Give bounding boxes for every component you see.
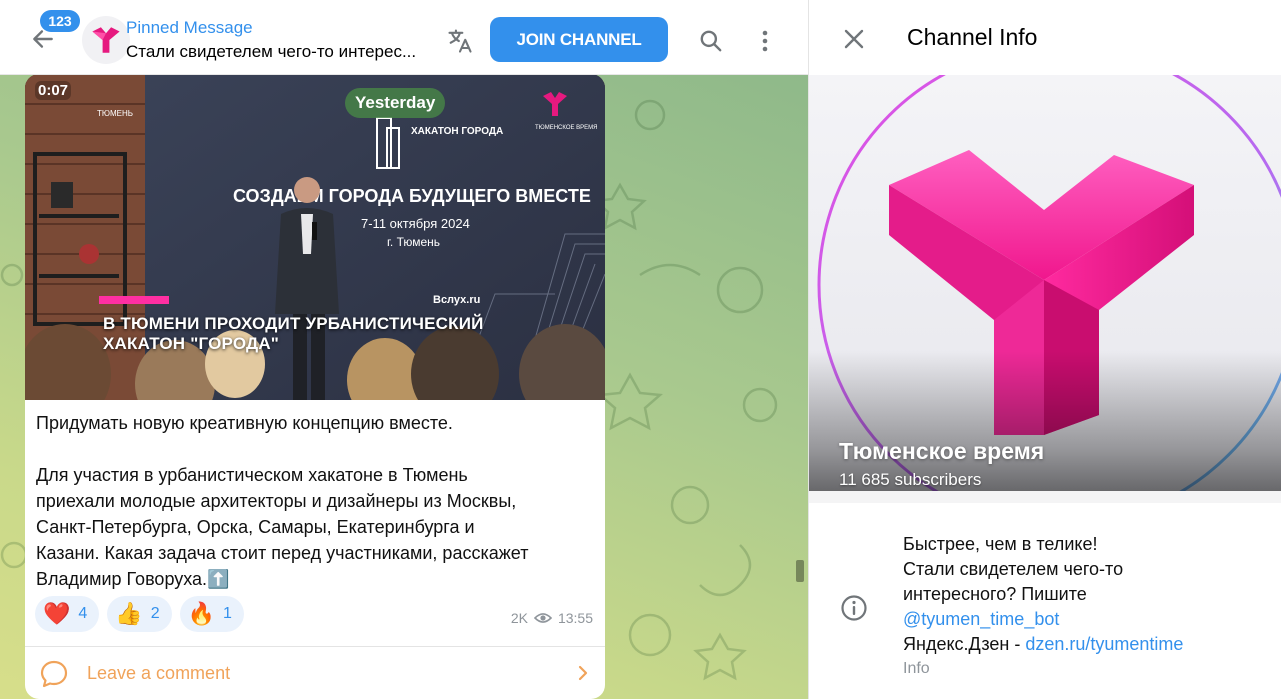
post-body-line: Санкт-Петербурга, Орска, Самары, Екатери… <box>36 517 475 537</box>
reaction-thumbs-up[interactable]: 👍 2 <box>107 596 172 632</box>
thumbs-up-icon: 👍 <box>115 601 143 626</box>
channel-name: Тюменское время <box>839 438 1045 464</box>
channel-info-panel: Channel Info Тюменское время 11 685 subs… <box>808 0 1281 699</box>
message-meta: 2K 13:55 <box>511 610 593 626</box>
banner-brand-text: ТЮМЕНСКОЕ ВРЕМЯ <box>535 125 598 131</box>
post-body-line: Для участия в урбанистическом хакатоне в… <box>36 465 468 485</box>
banner-headline-text: СОЗДАЕМ ГОРОДА БУДУЩЕГО ВМЕСТЕ <box>233 186 591 206</box>
bot-link[interactable]: @tyumen_time_bot <box>903 607 1263 632</box>
info-title: Channel Info <box>907 24 1038 50</box>
heart-icon: ❤️ <box>43 601 71 626</box>
video-caption-line-2: ХАКАТОН "ГОРОДА" <box>103 334 280 353</box>
description-line: Стали свидетелем чего-то <box>903 559 1124 579</box>
reaction-count: 4 <box>78 605 88 622</box>
banner-place-text: г. Тюмень <box>387 235 440 249</box>
post-body-line: приехали молодые архитекторы и дизайнеры… <box>36 491 517 511</box>
pinned-message-text[interactable]: Стали свидетелем чего-то интерес... <box>126 42 426 62</box>
channel-description: Быстрее, чем в телике! Стали свидетелем … <box>903 532 1263 657</box>
search-button[interactable] <box>694 24 728 58</box>
scrollbar-handle[interactable] <box>796 560 804 582</box>
translate-button[interactable] <box>443 24 477 58</box>
dzen-prefix: Яндекс.Дзен - <box>903 634 1026 654</box>
channel-avatar[interactable] <box>82 16 130 64</box>
post-video[interactable]: ХАКАТОН ГОРОДА ТЮМЕНЬ ТЮМЕНСКОЕ ВРЕМЯ СО… <box>25 74 605 400</box>
unread-badge: 123 <box>40 10 80 32</box>
eye-icon <box>533 613 552 623</box>
search-icon <box>700 30 722 52</box>
fire-icon: 🔥 <box>187 601 216 626</box>
message-time: 13:55 <box>557 610 593 626</box>
reaction-heart[interactable]: ❤️ 4 <box>35 596 100 632</box>
banner-hackathon-text: ХАКАТОН ГОРОДА <box>411 126 503 137</box>
pinned-message-title[interactable]: Pinned Message <box>126 18 253 38</box>
subscriber-count: 11 685 subscribers <box>839 470 982 489</box>
more-button[interactable] <box>750 24 780 58</box>
post-text: Придумать новую креативную концепцию вме… <box>25 400 605 592</box>
reaction-fire[interactable]: 🔥 1 <box>179 596 244 632</box>
post-headline: Придумать новую креативную концепцию вме… <box>36 413 453 433</box>
banner-city-text: ТЮМЕНЬ <box>97 109 133 118</box>
info-icon <box>841 595 867 621</box>
section-divider <box>809 491 1281 503</box>
video-caption-line-1: В ТЮМЕНИ ПРОХОДИТ УРБАНИСТИЧЕСКИЙ <box>103 314 484 333</box>
close-button[interactable] <box>837 22 871 56</box>
banner-dates-text: 7-11 октября 2024 <box>361 216 470 231</box>
post-body-line: Казани. Какая задача стоит перед участни… <box>36 543 529 563</box>
reaction-count: 1 <box>223 605 232 622</box>
info-label: Info <box>903 660 930 677</box>
channel-cover-photo[interactable] <box>809 75 1281 491</box>
dzen-line: Яндекс.Дзен - dzen.ru/tyumentime <box>903 632 1263 657</box>
more-vertical-icon <box>762 30 768 52</box>
join-channel-button[interactable]: JOIN CHANNEL <box>490 17 668 62</box>
description-line: Быстрее, чем в телике! <box>903 534 1098 554</box>
description-line: интересного? Пишите <box>903 584 1087 604</box>
video-caption-overlay: В ТЮМЕНИ ПРОХОДИТ УРБАНИСТИЧЕСКИЙ ХАКАТО… <box>103 314 523 354</box>
comment-icon <box>40 660 68 688</box>
leave-comment-button[interactable]: Leave a comment <box>25 647 605 699</box>
chat-column: 123 Pinned Message Стали свидетелем чего… <box>0 0 808 699</box>
leave-comment-label: Leave a comment <box>87 663 231 683</box>
post-body-line: Владимир Говоруха.⬆️ <box>36 569 230 589</box>
video-duration: 0:07 <box>35 81 72 100</box>
view-count: 2K <box>510 610 528 626</box>
reaction-count: 2 <box>150 605 160 622</box>
chat-header: 123 Pinned Message Стали свидетелем чего… <box>0 0 808 75</box>
reactions-bar: ❤️ 4 👍 2 🔥 1 2K 13:55 <box>25 592 605 636</box>
chevron-right-icon <box>578 665 588 681</box>
banner-sponsor-text: Вслух.ru <box>433 294 480 306</box>
channel-post: ХАКАТОН ГОРОДА ТЮМЕНЬ ТЮМЕНСКОЕ ВРЕМЯ СО… <box>25 74 605 699</box>
translate-icon <box>448 29 472 53</box>
dzen-link[interactable]: dzen.ru/tyumentime <box>1025 634 1183 654</box>
close-icon <box>844 29 864 49</box>
date-separator: Yesterday <box>345 88 446 118</box>
info-header: Channel Info <box>809 0 1281 75</box>
channel-logo-icon <box>92 27 120 53</box>
